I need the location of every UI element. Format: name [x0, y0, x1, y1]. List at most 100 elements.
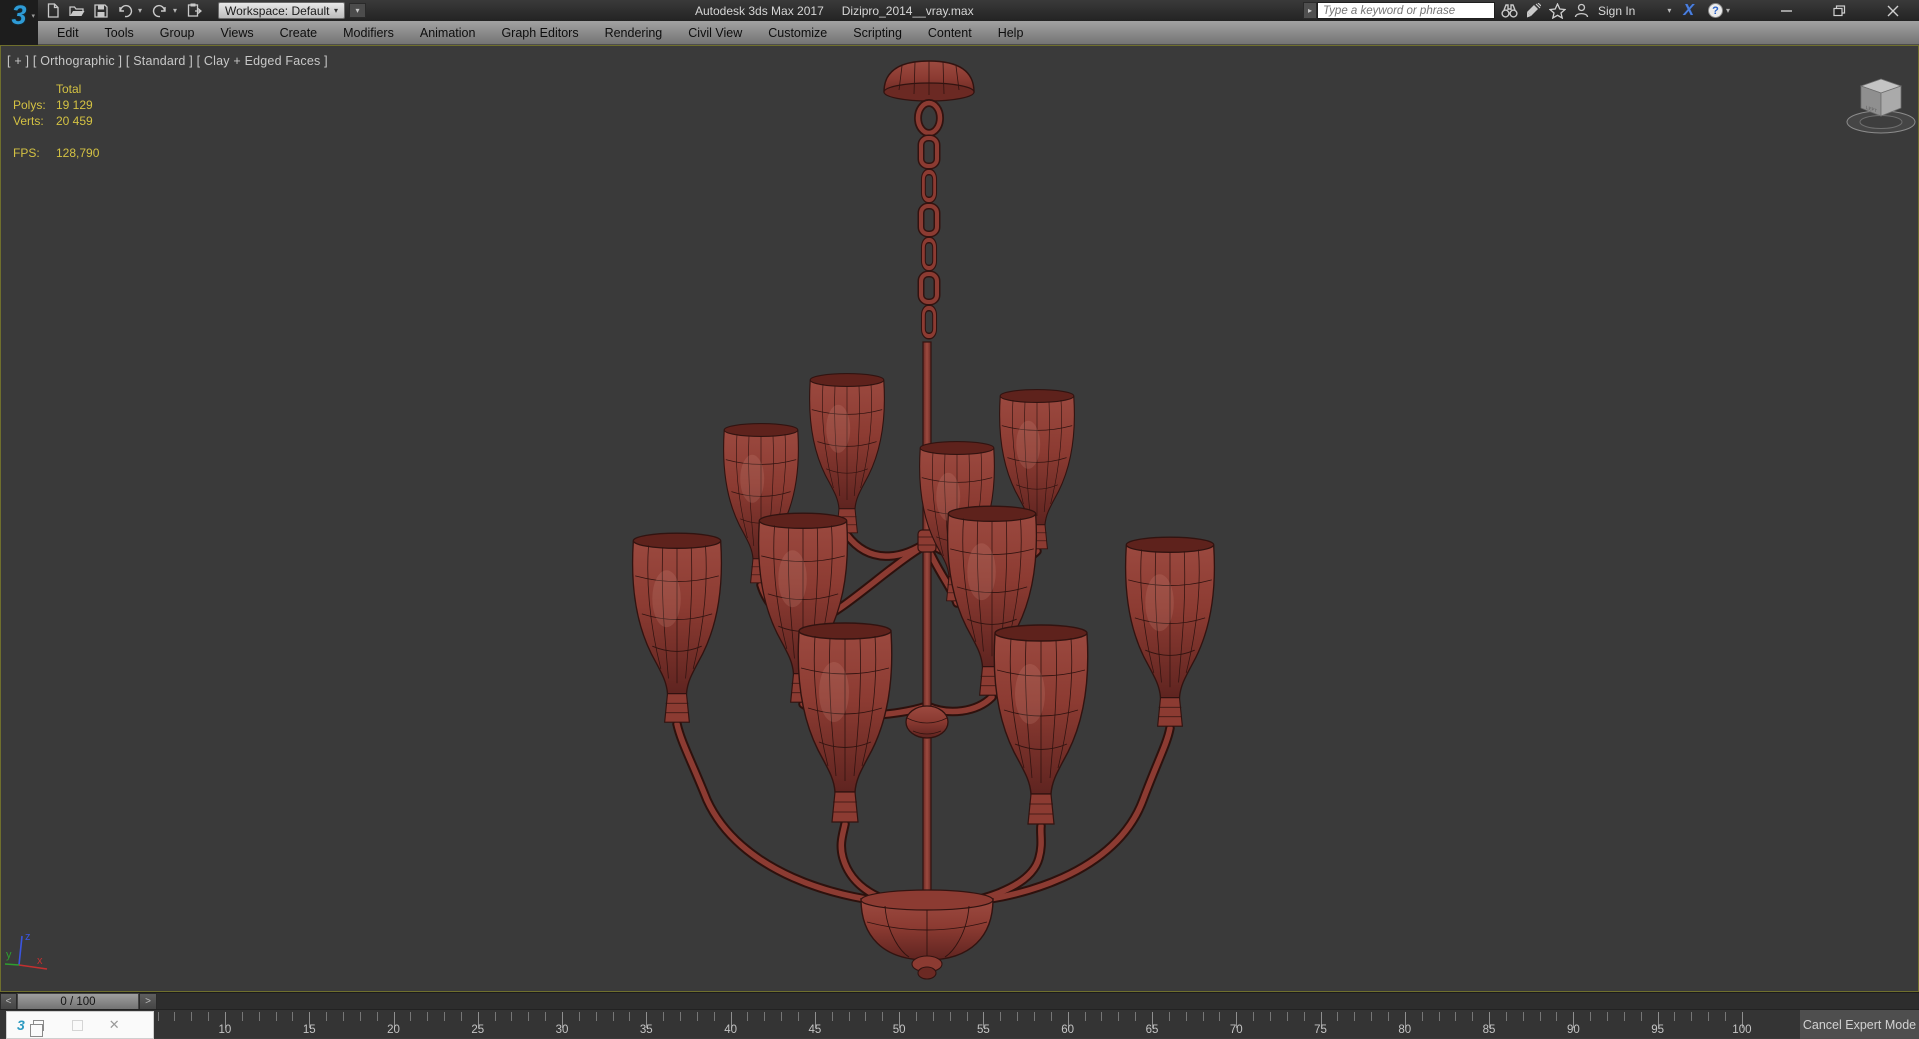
redo-dropdown-icon[interactable]: ▾: [173, 6, 181, 15]
redo-icon[interactable]: [149, 2, 170, 20]
sign-in-button[interactable]: Sign In: [1598, 4, 1635, 18]
help-dropdown-icon[interactable]: ▾: [1726, 6, 1734, 15]
next-frame-button[interactable]: >: [139, 993, 157, 1010]
favorites-star-icon[interactable]: [1548, 2, 1566, 20]
ruler-tick: [1439, 1012, 1440, 1021]
open-file-icon[interactable]: [66, 2, 87, 20]
ruler-tick: [798, 1012, 799, 1021]
ruler-tick: [1523, 1012, 1524, 1021]
timeline-ruler[interactable]: 3 ✕ Cancel Expert Mode 10152025303540455…: [0, 1009, 1919, 1038]
viewport-label[interactable]: [ + ] [ Orthographic ] [ Standard ] [ Cl…: [7, 54, 328, 68]
menu-item-help[interactable]: Help: [985, 21, 1037, 45]
chandelier-model[interactable]: [609, 54, 1249, 989]
menu-item-create[interactable]: Create: [267, 21, 331, 45]
restore-button[interactable]: [1825, 2, 1855, 20]
search-input[interactable]: [1317, 2, 1495, 19]
title-bar: ▾ ▾ Workspace: Default ▾ ▾ Autodesk 3ds …: [0, 0, 1919, 21]
layers-icon[interactable]: [33, 1020, 44, 1031]
ruler-tick: [528, 1012, 529, 1021]
ruler-tick: [511, 1012, 512, 1021]
help-group: ? ▾: [1708, 3, 1734, 18]
ruler-label-10: 10: [219, 1024, 232, 1036]
ruler-label-30: 30: [556, 1024, 569, 1036]
ruler-tick: [579, 1012, 580, 1021]
ruler-tick: [1641, 1012, 1642, 1021]
close-icon[interactable]: ✕: [109, 1017, 120, 1033]
ruler-tick: [916, 1012, 917, 1021]
y-axis-label: y: [6, 949, 12, 961]
ruler-tick: [276, 1012, 277, 1021]
workspace-label: Workspace: Default: [225, 4, 330, 18]
ruler-tick: [1506, 1012, 1507, 1021]
menu-item-animation[interactable]: Animation: [407, 21, 489, 45]
user-avatar-icon[interactable]: [1572, 2, 1590, 20]
ruler-tick: [1219, 1012, 1220, 1021]
save-file-icon[interactable]: [90, 2, 111, 20]
window-controls: [1760, 0, 1919, 21]
menu-item-edit[interactable]: Edit: [44, 21, 92, 45]
ruler-tick: [1337, 1012, 1338, 1021]
menu-item-modifiers[interactable]: Modifiers: [330, 21, 407, 45]
toolbar-overflow-button[interactable]: ▾: [349, 3, 366, 18]
communication-center-icon[interactable]: [1524, 2, 1542, 20]
ruler-tick: [697, 1012, 698, 1021]
autodesk-exchange-icon[interactable]: X: [1683, 2, 1694, 20]
ruler-tick: [1691, 1012, 1692, 1021]
ruler-tick: [1590, 1012, 1591, 1021]
search-history-icon[interactable]: ▸: [1303, 2, 1317, 19]
app-logo[interactable]: 3 ▾: [0, 0, 38, 45]
menu-item-civil-view[interactable]: Civil View: [675, 21, 755, 45]
menu-item-views[interactable]: Views: [207, 21, 266, 45]
ruler-label-15: 15: [303, 1024, 316, 1036]
sign-in-dropdown-icon[interactable]: ▾: [1667, 6, 1671, 15]
ruler-tick: [343, 1012, 344, 1021]
viewcube[interactable]: LEFT FRONT: [1839, 71, 1919, 146]
ruler-tick: [1169, 1012, 1170, 1021]
ruler-tick: [1708, 1012, 1709, 1021]
ruler-label-35: 35: [640, 1024, 653, 1036]
ruler-tick: [950, 1012, 951, 1021]
undo-icon[interactable]: [114, 2, 135, 20]
ruler-tick: [933, 1012, 934, 1021]
undo-dropdown-icon[interactable]: ▾: [138, 6, 146, 15]
project-folder-icon[interactable]: [184, 2, 205, 20]
menu-item-scripting[interactable]: Scripting: [840, 21, 915, 45]
y-axis: [5, 964, 19, 965]
new-scene-icon[interactable]: [42, 2, 63, 20]
close-button[interactable]: [1878, 2, 1908, 20]
ruler-tick: [596, 1012, 597, 1021]
ruler-label-95: 95: [1651, 1024, 1664, 1036]
ruler-tick: [882, 1012, 883, 1021]
menu-item-customize[interactable]: Customize: [755, 21, 840, 45]
previous-frame-button[interactable]: <: [0, 993, 17, 1010]
ruler-tick: [1186, 1012, 1187, 1021]
help-icon[interactable]: ?: [1708, 3, 1723, 18]
menu-item-rendering[interactable]: Rendering: [592, 21, 676, 45]
z-axis: [19, 936, 22, 965]
quick-access-toolbar: ▾ ▾: [42, 0, 205, 21]
ruler-tick: [781, 1012, 782, 1021]
ruler-label-50: 50: [893, 1024, 906, 1036]
menu-item-graph-editors[interactable]: Graph Editors: [488, 21, 591, 45]
search-binoculars-icon[interactable]: [1500, 2, 1518, 20]
time-slider-handle[interactable]: 0 / 100: [17, 993, 139, 1010]
ruler-tick: [292, 1012, 293, 1021]
ruler-tick: [1624, 1012, 1625, 1021]
app-menu-caret-icon: ▾: [31, 12, 35, 20]
workspace-selector[interactable]: Workspace: Default ▾: [218, 2, 345, 19]
menu-item-group[interactable]: Group: [147, 21, 208, 45]
ruler-tick: [259, 1012, 260, 1021]
ruler-label-85: 85: [1483, 1024, 1496, 1036]
cancel-expert-mode-button[interactable]: Cancel Expert Mode: [1800, 1010, 1919, 1039]
viewport[interactable]: [ + ] [ Orthographic ] [ Standard ] [ Cl…: [0, 45, 1919, 992]
menu-item-content[interactable]: Content: [915, 21, 985, 45]
ruler-tick: [613, 1012, 614, 1021]
minimize-button[interactable]: [1772, 2, 1802, 20]
ruler-label-75: 75: [1314, 1024, 1327, 1036]
menu-item-tools[interactable]: Tools: [92, 21, 147, 45]
ruler-tick: [849, 1012, 850, 1021]
ruler-tick: [427, 1012, 428, 1021]
ruler-label-45: 45: [808, 1024, 821, 1036]
max-taskbar-icon[interactable]: 3: [17, 1017, 25, 1033]
time-slider-track[interactable]: < 0 / 100 >: [0, 992, 1919, 1009]
